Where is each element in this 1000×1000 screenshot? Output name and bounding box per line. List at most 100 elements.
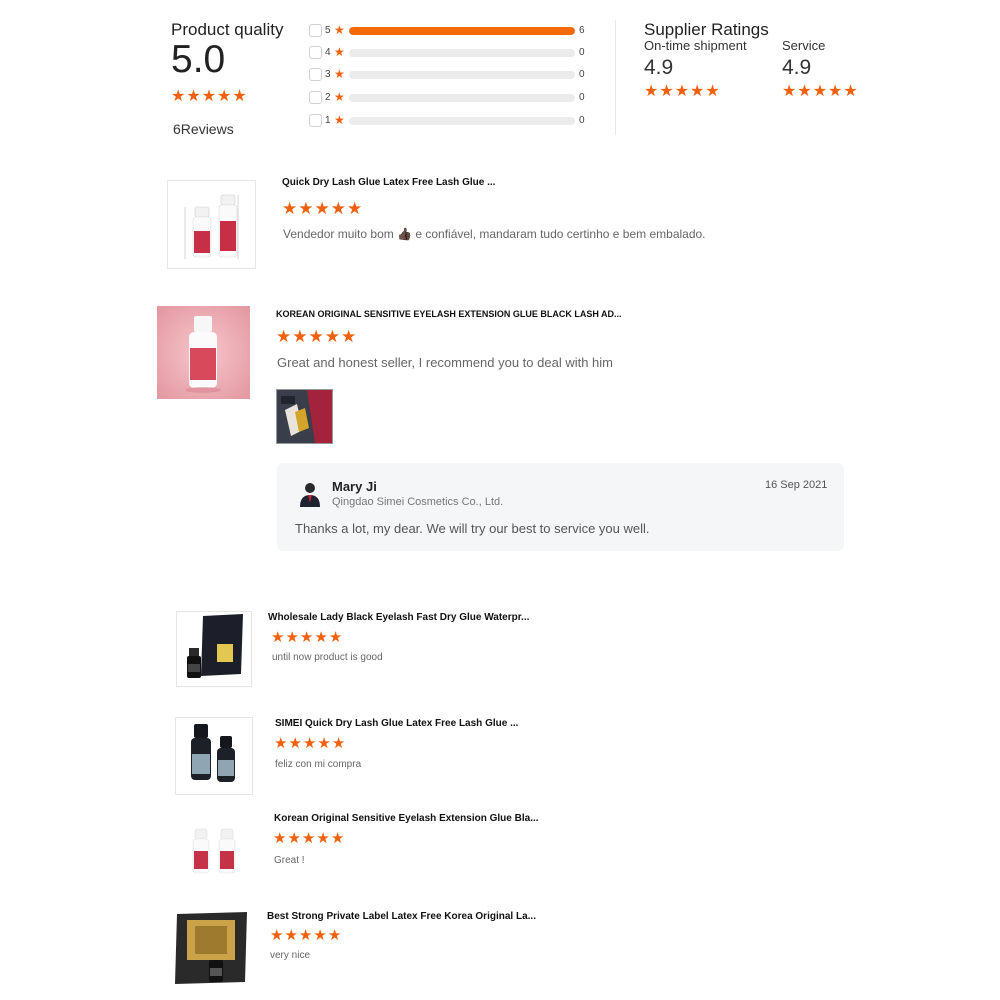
star-icon: ★ <box>334 45 345 59</box>
review-product-title[interactable]: KOREAN ORIGINAL SENSITIVE EYELASH EXTENS… <box>276 309 622 319</box>
star-icon: ★ <box>298 199 314 218</box>
rating-bar-track <box>349 71 575 79</box>
rating-bar-fill <box>349 27 575 35</box>
star-icon: ★ <box>171 88 186 105</box>
review-photo[interactable] <box>276 389 333 444</box>
review-product-title[interactable]: SIMEI Quick Dry Lash Glue Latex Free Las… <box>275 718 518 729</box>
rating-filter-count: 6 <box>579 25 585 36</box>
product-thumbnail[interactable] <box>173 910 250 986</box>
star-icon: ★ <box>301 830 316 847</box>
rating-filter-row-2[interactable]: 2 ★ 0 <box>309 90 599 105</box>
star-icon: ★ <box>276 327 292 346</box>
rating-filter-count: 0 <box>579 92 585 103</box>
rating-filter-row-3[interactable]: 3 ★ 0 <box>309 67 599 82</box>
star-icon: ★ <box>186 88 201 105</box>
product-quality-score: 5.0 <box>171 38 226 81</box>
rating-filter-stars: 2 <box>325 92 331 103</box>
star-icon: ★ <box>299 629 314 646</box>
star-icon: ★ <box>314 199 330 218</box>
star-icon: ★ <box>270 927 284 944</box>
rating-bar-track <box>349 49 575 57</box>
rating-filter-checkbox[interactable] <box>309 24 322 37</box>
avatar <box>296 479 324 507</box>
review-product-title[interactable]: Wholesale Lady Black Eyelash Fast Dry Gl… <box>268 612 529 623</box>
service-score: 4.9 <box>782 56 812 79</box>
review-stars: ★ ★ ★ ★ ★ <box>271 630 342 645</box>
gold-glue-pack-image <box>173 910 250 986</box>
product-thumbnail[interactable] <box>175 717 253 795</box>
star-icon: ★ <box>828 83 843 100</box>
review-stars: ★ ★ ★ ★ ★ <box>274 736 345 751</box>
star-icon: ★ <box>274 735 288 752</box>
reply-date: 16 Sep 2021 <box>765 479 828 491</box>
star-icon: ★ <box>674 83 690 100</box>
rating-filter-count: 0 <box>579 69 585 80</box>
reply-text: Thanks a lot, my dear. We will try our b… <box>295 521 650 536</box>
rating-filter-count: 0 <box>579 47 585 58</box>
star-icon: ★ <box>217 88 232 105</box>
star-icon: ★ <box>334 67 345 81</box>
service-stars: ★ ★ ★ ★ ★ <box>782 84 858 100</box>
black-glue-pack-image <box>177 612 251 686</box>
star-icon: ★ <box>317 735 331 752</box>
rating-filter-checkbox[interactable] <box>309 114 322 127</box>
review-stars: ★ ★ ★ ★ ★ <box>270 928 341 943</box>
review-product-title[interactable]: Korean Original Sensitive Eyelash Extens… <box>274 813 539 824</box>
summary-divider <box>615 20 616 135</box>
product-thumbnail[interactable] <box>167 180 256 269</box>
glue-bottle-pink-image <box>157 306 250 399</box>
rating-filter-row-1[interactable]: 1 ★ 0 <box>309 113 599 128</box>
review-product-title[interactable]: Quick Dry Lash Glue Latex Free Lash Glue… <box>282 177 495 188</box>
star-icon: ★ <box>812 83 828 100</box>
product-thumbnail[interactable] <box>173 811 251 893</box>
star-icon: ★ <box>282 199 298 218</box>
rating-filter-checkbox[interactable] <box>309 68 322 81</box>
star-icon: ★ <box>314 629 328 646</box>
star-icon: ★ <box>331 735 346 752</box>
star-icon: ★ <box>302 735 317 752</box>
rating-filter-row-4[interactable]: 4 ★ 0 <box>309 45 599 60</box>
star-icon: ★ <box>271 629 285 646</box>
review-text: Vendedor muito bom 👍🏿 e confiável, manda… <box>283 227 706 241</box>
rating-filter-row-5[interactable]: 5 ★ 6 <box>309 23 599 38</box>
rating-filter-checkbox[interactable] <box>309 91 322 104</box>
rating-filter-stars: 4 <box>325 47 331 58</box>
star-icon: ★ <box>334 90 345 104</box>
rating-filter-stars: 1 <box>325 115 331 126</box>
review-product-title[interactable]: Best Strong Private Label Latex Free Kor… <box>267 911 536 922</box>
red-glue-bottles-image <box>173 811 251 893</box>
star-icon: ★ <box>330 199 346 218</box>
star-icon: ★ <box>284 927 298 944</box>
product-quality-stars: ★ ★ ★ ★ ★ <box>171 89 247 105</box>
star-icon: ★ <box>347 199 363 218</box>
glue-bottles-image <box>168 181 255 268</box>
on-time-shipment-stars: ★ ★ ★ ★ ★ <box>644 84 720 100</box>
star-icon: ★ <box>782 83 797 100</box>
rating-filter-stars: 3 <box>325 69 331 80</box>
product-quality-title: Product quality <box>171 20 284 39</box>
reviews-count-number: 6 <box>173 121 181 137</box>
avatar-image <box>296 479 324 507</box>
review-stars: ★ ★ ★ ★ ★ <box>282 200 362 217</box>
review-stars: ★ ★ ★ ★ ★ <box>273 831 344 846</box>
star-icon: ★ <box>232 88 247 105</box>
review-text: Great and honest seller, I recommend you… <box>277 355 614 370</box>
reply-author-name: Mary Ji <box>332 479 377 494</box>
star-icon: ★ <box>330 830 345 847</box>
review-stars: ★ ★ ★ ★ ★ <box>276 328 356 345</box>
product-thumbnail[interactable] <box>176 611 252 687</box>
star-icon: ★ <box>288 735 302 752</box>
rating-filter-checkbox[interactable] <box>309 46 322 59</box>
reply-author-company: Qingdao Simei Cosmetics Co., Ltd. <box>332 496 504 508</box>
rating-bar-track <box>349 27 575 35</box>
star-icon: ★ <box>316 830 330 847</box>
star-icon: ★ <box>313 927 327 944</box>
star-icon: ★ <box>201 88 217 105</box>
rating-bar-track <box>349 94 575 102</box>
product-thumbnail[interactable] <box>157 306 250 399</box>
rating-bar-track <box>349 117 575 125</box>
star-icon: ★ <box>287 830 301 847</box>
star-icon: ★ <box>797 83 812 100</box>
rating-filter-stars: 5 <box>325 25 331 36</box>
star-icon: ★ <box>308 327 324 346</box>
